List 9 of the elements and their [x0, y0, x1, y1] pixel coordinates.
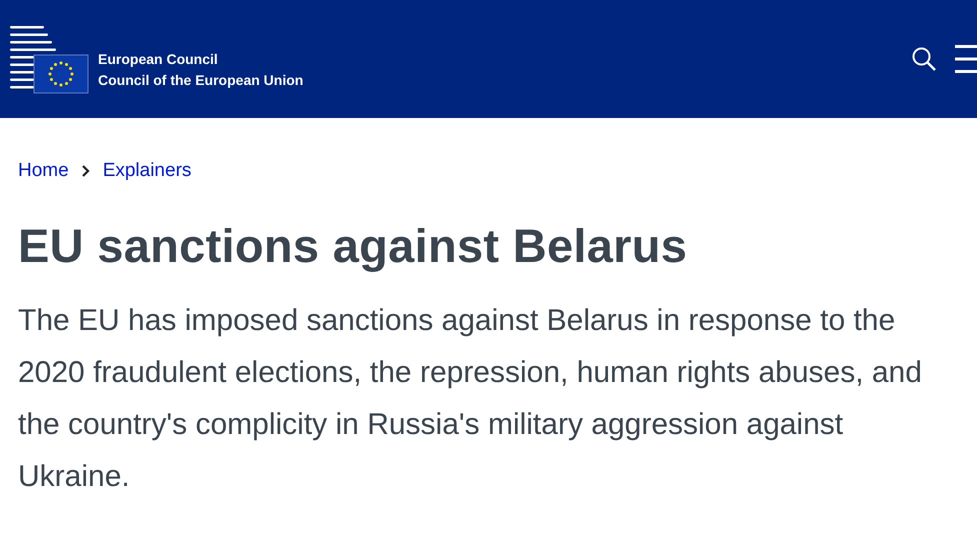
breadcrumb-link[interactable]: Home [18, 160, 69, 182]
page-title: EU sanctions against Belarus [18, 218, 688, 273]
chevron-icon [80, 164, 91, 178]
brand-name: Council of the European Union [98, 72, 304, 88]
intro-paragraph: The EU has imposed sanctions against Belarus in response to the 2020 fraudulent elections, the repression, human rights abuses, and the country's complicity in Russia's military aggression against Ukraine. [18, 303, 923, 495]
brand-name: European Council [98, 50, 219, 66]
breadcrumb-link[interactable]: Explainers [102, 160, 192, 182]
menu-icon[interactable] [955, 44, 977, 74]
search-icon[interactable] [911, 46, 937, 72]
